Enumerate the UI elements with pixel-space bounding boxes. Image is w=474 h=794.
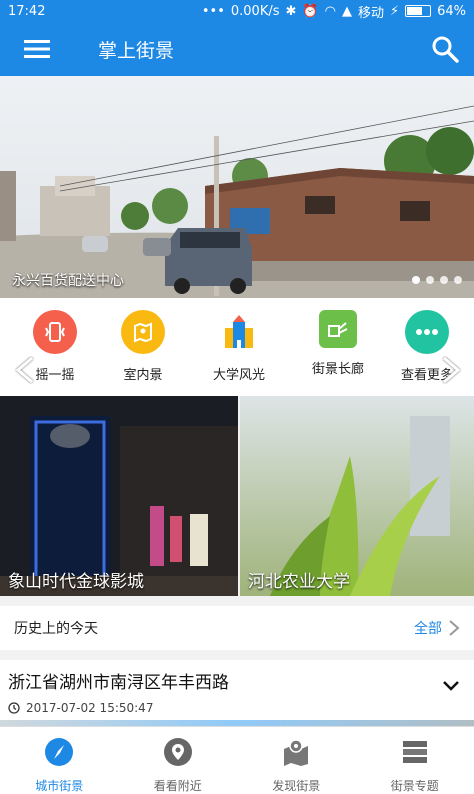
battery-icon — [405, 5, 432, 17]
location-icon — [163, 738, 192, 766]
street-panorama-image — [0, 76, 474, 298]
clock-icon — [8, 702, 20, 714]
plant-image — [240, 396, 474, 596]
entry-title: 浙江省湖州市南浔区年丰西路 — [8, 673, 229, 693]
scroll-left-icon[interactable] — [14, 356, 36, 384]
more-icon — [405, 310, 449, 354]
history-entry[interactable]: 浙江省湖州市南浔区年丰西路 2017-07-02 15:50:47 — [0, 660, 474, 726]
map-pin-icon — [121, 310, 165, 354]
status-time: 17:42 — [8, 3, 46, 19]
chevron-down-icon[interactable] — [442, 680, 460, 692]
carousel-dot[interactable] — [412, 276, 420, 284]
tab-nearby[interactable]: 看看附近 — [119, 727, 238, 794]
page-title: 掌上街景 — [98, 39, 175, 62]
card-caption: 象山时代金球影城 — [8, 572, 144, 592]
hero-caption: 永兴百货配送中心 — [12, 273, 124, 289]
menu-button[interactable] — [0, 22, 74, 76]
tab-discover[interactable]: 发现街景 — [237, 727, 356, 794]
hero-banner[interactable]: 永兴百货配送中心 — [0, 76, 474, 298]
entry-date: 2017-07-02 15:50:47 — [26, 701, 154, 715]
quick-item-label: 大学风光 — [212, 368, 265, 383]
topics-icon — [402, 741, 427, 763]
featured-cards: 象山时代金球影城 河北农业大学 — [0, 396, 474, 596]
tab-label: 看看附近 — [153, 779, 202, 793]
status-bar: 17:42 ••• 0.00K/s ✱ ⏰ ◠ ▲ 移动 ⚡ 64% — [0, 0, 474, 22]
charging-icon: ⚡ — [389, 3, 400, 19]
quick-item-label: 街景长廊 — [311, 362, 364, 377]
history-header: 历史上的今天 全部 — [0, 606, 474, 650]
carousel-dot[interactable] — [454, 276, 462, 284]
shake-icon — [33, 310, 77, 354]
gallery-icon — [319, 310, 357, 348]
battery-percent: 64% — [437, 3, 466, 19]
university-icon — [217, 310, 261, 354]
tab-label: 街景专题 — [390, 779, 439, 793]
quick-item-gallery[interactable]: 街景长廊 — [291, 310, 385, 377]
cinema-image — [0, 396, 238, 596]
more-dots-icon: ••• — [201, 3, 225, 19]
app-bar: 掌上街景 — [0, 22, 474, 76]
tab-label: 发现街景 — [272, 779, 321, 793]
wifi-icon: ◠ — [324, 3, 336, 19]
tab-label: 城市街景 — [35, 779, 84, 793]
carrier-name: 移动 — [357, 5, 384, 21]
bottom-tab-bar: 城市街景 看看附近 发现街景 街景专题 — [0, 726, 474, 794]
quick-entry-row: 摇一摇 室内景 大学风光 街景长廊 查看更多 — [0, 298, 474, 396]
search-icon[interactable] — [430, 34, 460, 64]
compass-icon — [45, 738, 74, 766]
alarm-icon: ⏰ — [302, 3, 319, 19]
scroll-right-icon[interactable] — [440, 356, 462, 384]
tab-city-streetview[interactable]: 城市街景 — [0, 727, 119, 794]
featured-card-university[interactable]: 河北农业大学 — [240, 396, 474, 596]
hamburger-icon — [24, 40, 50, 58]
quick-item-university[interactable]: 大学风光 — [192, 310, 286, 383]
chevron-right-icon[interactable] — [448, 619, 460, 637]
discover-map-icon — [284, 739, 309, 766]
quick-item-label: 室内景 — [123, 368, 163, 383]
section-title: 历史上的今天 — [14, 621, 98, 637]
view-all-link[interactable]: 全部 — [414, 618, 442, 638]
carousel-indicator — [412, 276, 462, 284]
tab-topics[interactable]: 街景专题 — [356, 727, 474, 794]
featured-card-cinema[interactable]: 象山时代金球影城 — [0, 396, 238, 596]
network-speed: 0.00K/s — [230, 3, 280, 19]
quick-item-indoor[interactable]: 室内景 — [96, 310, 190, 383]
card-caption: 河北农业大学 — [248, 572, 350, 592]
bluetooth-icon: ✱ — [285, 3, 297, 19]
signal-icon: ▲ — [341, 3, 352, 19]
carousel-dot[interactable] — [440, 276, 448, 284]
carousel-dot[interactable] — [426, 276, 434, 284]
